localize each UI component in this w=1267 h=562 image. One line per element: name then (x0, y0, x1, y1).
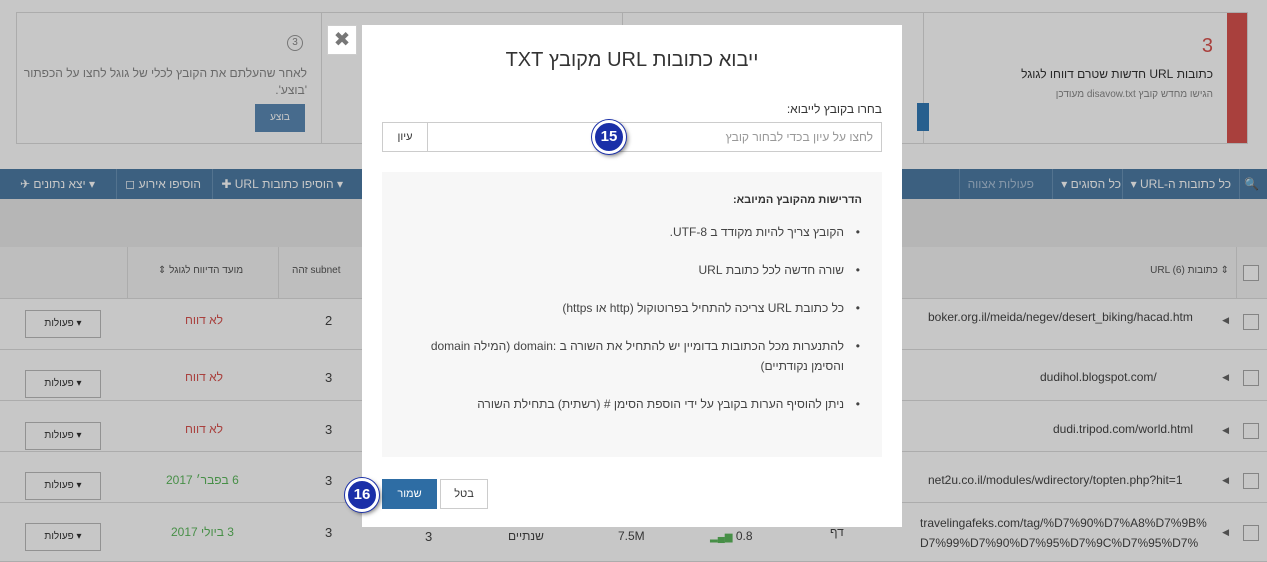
choose-file-label: בחרו בקובץ לייבוא: (786, 102, 882, 116)
modal-title: ייבוא כתובות URL מקובץ TXT (505, 49, 759, 71)
browse-button[interactable]: עיון (382, 122, 428, 152)
requirements-title: הדרישות מהקובץ המיובא: (733, 194, 862, 206)
list-item: • ניתן להוסיף הערות בקובץ על ידי הוספת הס… (412, 394, 862, 414)
requirement-text: ניתן להוסיף הערות בקובץ על ידי הוספת הסי… (477, 397, 844, 411)
requirement-text: כל כתובת URL צריכה להתחיל בפרוטוקול (htt… (562, 301, 844, 315)
requirements-list: • הקובץ צריך להיות מקודד ב UTF-8. • שורה ח… (412, 222, 862, 432)
bullet-icon: • (855, 301, 860, 315)
requirement-text: להתנערות מכל הכתובות בדומיין יש להתחיל א… (430, 339, 844, 373)
requirement-text: הקובץ צריך להיות מקודד ב UTF-8. (669, 225, 844, 239)
close-icon[interactable]: ✖ (327, 25, 357, 55)
list-item: • כל כתובת URL צריכה להתחיל בפרוטוקול (ht… (412, 298, 862, 318)
step-badge-16: 16 (345, 478, 379, 512)
list-item: • להתנערות מכל הכתובות בדומיין יש להתחיל … (412, 336, 862, 376)
list-item: • שורה חדשה לכל כתובת URL (412, 260, 862, 280)
requirement-text: שורה חדשה לכל כתובת URL (698, 263, 844, 277)
bullet-icon: • (855, 339, 860, 353)
save-button[interactable]: שמור (382, 479, 437, 509)
bullet-icon: • (855, 263, 860, 277)
cancel-button[interactable]: בטל (440, 479, 488, 509)
import-modal: ייבוא כתובות URL מקובץ TXT בחרו בקובץ לי… (362, 25, 902, 527)
requirements-panel: הדרישות מהקובץ המיובא: • הקובץ צריך להיות… (382, 172, 882, 457)
file-path-input[interactable]: לחצו על עיון בכדי לבחור קובץ (427, 122, 882, 152)
step-badge-15: 15 (592, 120, 626, 154)
bullet-icon: • (855, 397, 860, 411)
list-item: • הקובץ צריך להיות מקודד ב UTF-8. (412, 222, 862, 242)
bullet-icon: • (855, 225, 860, 239)
